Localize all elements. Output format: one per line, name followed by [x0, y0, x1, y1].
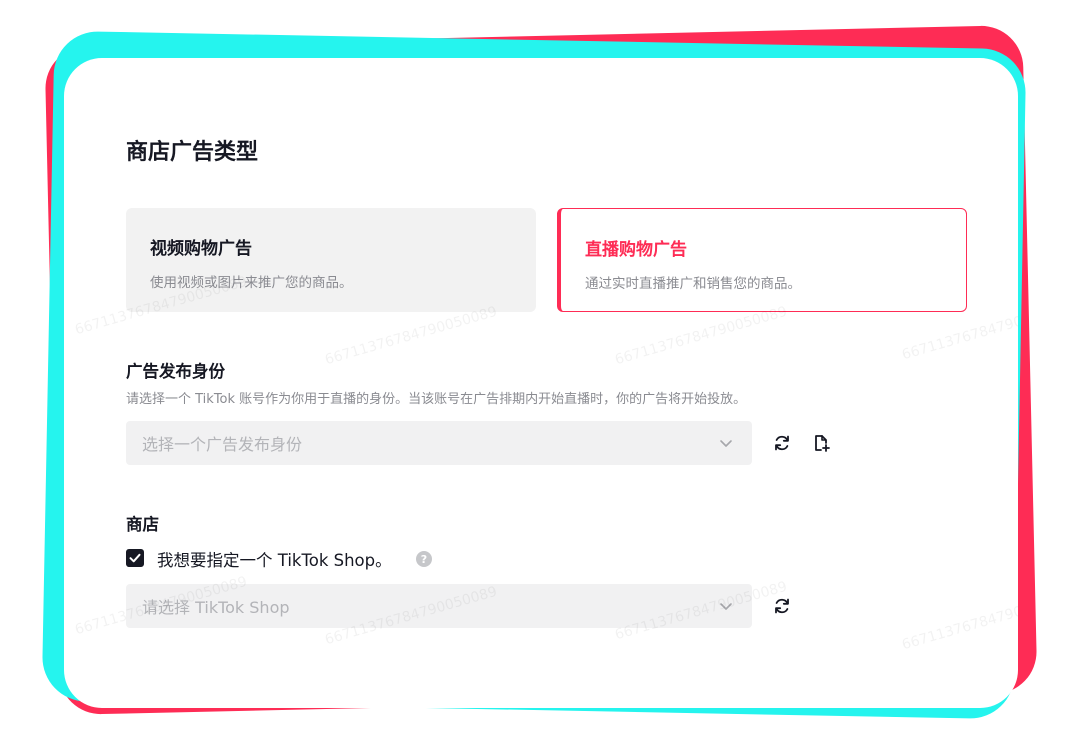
option-description: 通过实时直播推广和销售您的商品。	[585, 276, 801, 292]
shop-label: 商店	[126, 515, 159, 534]
refresh-identity-button[interactable]	[771, 432, 793, 454]
shop-ads-card: 商店广告类型 视频购物广告 使用视频或图片来推广您的商品。 直播购物广告 通过实…	[64, 58, 1018, 708]
add-identity-button[interactable]	[810, 432, 832, 454]
chevron-down-icon	[720, 603, 732, 610]
watermark: 66711376784790050089	[323, 303, 499, 369]
page-title: 商店广告类型	[126, 140, 259, 165]
identity-hint: 请选择一个 TikTok 账号作为你用于直播的身份。当该账号在广告排期内开始直播…	[126, 392, 747, 407]
refresh-icon	[775, 435, 789, 451]
shop-select[interactable]: 请选择 TikTok Shop	[126, 584, 752, 628]
add-document-icon	[815, 435, 830, 452]
watermark: 66711376784790050089	[900, 588, 1018, 654]
identity-label: 广告发布身份	[126, 362, 225, 381]
identity-select[interactable]: 选择一个广告发布身份	[126, 421, 752, 465]
live-shopping-ads-option[interactable]: 直播购物广告 通过实时直播推广和销售您的商品。	[557, 208, 967, 312]
shop-select-placeholder: 请选择 TikTok Shop	[142, 598, 290, 617]
watermark: 66711376784790050089	[613, 303, 789, 369]
refresh-shop-button[interactable]	[771, 595, 793, 617]
option-title: 直播购物广告	[585, 240, 687, 260]
specify-shop-checkbox[interactable]	[126, 549, 144, 567]
identity-select-placeholder: 选择一个广告发布身份	[142, 435, 303, 454]
check-icon	[129, 553, 141, 563]
option-description: 使用视频或图片来推广您的商品。	[150, 275, 353, 291]
option-title: 视频购物广告	[150, 239, 252, 259]
video-shopping-ads-option[interactable]: 视频购物广告 使用视频或图片来推广您的商品。	[126, 208, 536, 312]
refresh-icon	[775, 598, 789, 614]
chevron-down-icon	[720, 440, 732, 447]
question-icon[interactable]: ?	[416, 551, 432, 567]
specify-shop-label: 我想要指定一个 TikTok Shop。	[157, 551, 392, 570]
